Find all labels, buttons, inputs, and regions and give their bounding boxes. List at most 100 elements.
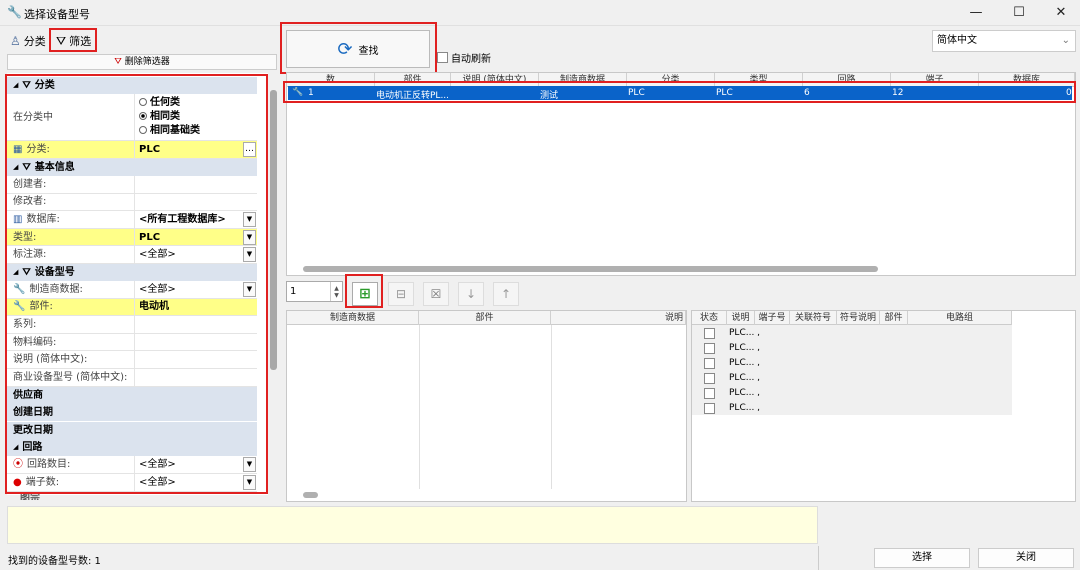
checkbox[interactable]	[704, 372, 715, 384]
col-header-circuit-group[interactable]: 电路组	[908, 311, 1012, 325]
parts-grid-hscrollbar[interactable]	[303, 492, 318, 498]
maximize-button[interactable]: ☐	[1005, 3, 1033, 23]
checkbox[interactable]	[704, 357, 715, 369]
creator-row[interactable]: 创建者:	[7, 176, 257, 194]
material-label: 物料编码:	[7, 333, 135, 351]
col-header-desc[interactable]: 说明	[551, 311, 686, 325]
row-desc: PLC... ,	[729, 388, 761, 398]
language-dropdown[interactable]: 简体中文 ⌄	[932, 30, 1076, 52]
modifier-row[interactable]: 修改者:	[7, 193, 257, 212]
auto-refresh-checkbox[interactable]: 自动刷新	[437, 50, 491, 65]
section-model[interactable]: ◢ ⛛ 设备型号	[7, 264, 257, 281]
database-label: 数据库:	[26, 213, 60, 225]
select-button[interactable]: 选择	[874, 548, 970, 568]
checkbox[interactable]	[704, 387, 715, 399]
col-header-manufacturer[interactable]: 制造商数据	[539, 73, 627, 87]
part-label: 部件:	[29, 301, 53, 313]
section-circuit[interactable]: ◢ 回路	[7, 439, 257, 457]
col-header-num[interactable]: 数	[287, 73, 375, 87]
dropdown-arrow-icon[interactable]: ▼	[243, 247, 256, 263]
section-classify[interactable]: ◢ ⛛ 分类	[7, 77, 257, 94]
section-supplier[interactable]: 供应商	[7, 386, 257, 404]
dropdown-arrow-icon[interactable]: ▼	[243, 474, 256, 490]
list-item[interactable]: PLC... ,	[692, 326, 1012, 340]
list-item[interactable]: PLC... ,	[692, 356, 1012, 370]
checkbox[interactable]	[704, 327, 715, 339]
col-header-circuits[interactable]: 回路	[803, 73, 891, 87]
dropdown-arrow-icon[interactable]: ▼	[243, 281, 256, 297]
col-header-manufacturer[interactable]: 制造商数据	[287, 311, 419, 325]
dropdown-arrow-icon[interactable]: ▼	[243, 229, 256, 245]
radio-any-class[interactable]: 任何类	[139, 96, 180, 110]
circuit-count-row[interactable]: ⦿ 回路数目: <全部> ▼	[7, 456, 257, 474]
move-down-button[interactable]: ↓	[458, 282, 484, 306]
col-header-type[interactable]: 类型	[715, 73, 803, 87]
part-row[interactable]: 🔧 部件: 电动机	[7, 298, 257, 317]
filter-scrollbar[interactable]	[270, 90, 277, 370]
section-basic-info[interactable]: ◢ ⛛ 基本信息	[7, 159, 257, 176]
quantity-value: 1	[290, 286, 297, 297]
arrow-down-icon: ↓	[465, 287, 477, 301]
manufacturer-value: <全部>	[139, 283, 176, 295]
section-modified-date[interactable]: 更改日期	[7, 421, 257, 439]
quantity-stepper[interactable]: 1 ▲ ▼	[286, 281, 343, 302]
type-row[interactable]: 类型: PLC ▼	[7, 228, 257, 247]
checkbox[interactable]	[704, 342, 715, 354]
remove-button[interactable]: ⊟	[388, 282, 414, 306]
terminal-count-row[interactable]: ● 端子数: <全部> ▼	[7, 474, 257, 492]
filter-icon: ⛛	[22, 80, 31, 91]
col-header-symbol-desc[interactable]: 符号说明	[837, 311, 880, 325]
close-button[interactable]: 关闭	[978, 548, 1074, 568]
col-header-desc[interactable]: 说明	[727, 311, 755, 325]
add-button[interactable]: ⊞	[352, 282, 378, 306]
dropdown-arrow-icon[interactable]: ▼	[243, 211, 256, 227]
dropdown-arrow-icon[interactable]: ▼	[243, 457, 256, 473]
list-item[interactable]: PLC... ,	[692, 341, 1012, 355]
series-row[interactable]: 系列:	[7, 316, 257, 334]
material-row[interactable]: 物料编码:	[7, 333, 257, 352]
checkbox[interactable]	[704, 402, 715, 414]
section-created-date[interactable]: 创建日期	[7, 404, 257, 422]
manufacturer-row[interactable]: 🔧 制造商数据: <全部> ▼	[7, 281, 257, 299]
delete-filter-button[interactable]: ⛛ 删除筛选器	[7, 54, 277, 70]
list-item[interactable]: PLC... ,	[692, 401, 1012, 415]
classify-row[interactable]: ▦ 分类: PLC…	[7, 141, 257, 159]
cell-terminals: 12	[892, 88, 904, 98]
commercial-model-row[interactable]: 商业设备型号 (简体中文):	[7, 369, 257, 387]
minimize-button[interactable]: —	[962, 3, 990, 23]
col-header-linked-symbol[interactable]: 关联符号	[790, 311, 837, 325]
description-row[interactable]: 说明 (简体中文):	[7, 351, 257, 369]
col-header-classify[interactable]: 分类	[627, 73, 715, 87]
close-window-button[interactable]: ✕	[1047, 3, 1075, 23]
list-item[interactable]: PLC... ,	[692, 371, 1012, 385]
circuit-count-label: 回路数目:	[27, 459, 71, 471]
database-row[interactable]: ▥ 数据库: <所有工程数据库> ▼	[7, 211, 257, 229]
filter-tab[interactable]: ⛛ 筛选	[56, 33, 91, 49]
col-header-part[interactable]: 部件	[880, 311, 908, 325]
browse-button[interactable]: …	[243, 141, 256, 157]
radio-same-class[interactable]: 相同类	[139, 110, 180, 124]
col-header-terminal-no[interactable]: 端子号	[755, 311, 790, 325]
search-button[interactable]: ⟳ 查找	[286, 30, 430, 68]
col-header-terminals[interactable]: 端子	[891, 73, 979, 87]
classify-tab[interactable]: ♙ 分类	[10, 33, 46, 49]
move-up-button[interactable]: ↑	[493, 282, 519, 306]
filter-icon: ⛛	[56, 33, 67, 48]
list-item[interactable]: PLC... ,	[692, 386, 1012, 400]
col-header-desc[interactable]: 说明 (简体中文)	[451, 73, 539, 87]
delete-button[interactable]: ☒	[423, 282, 449, 306]
section-created-label: 创建日期	[13, 407, 53, 419]
note-source-row[interactable]: 标注源: <全部> ▼	[7, 246, 257, 264]
table-row[interactable]: 🔧 1 电动机正反转PL... 测试 PLC PLC 6 12 0	[288, 86, 1072, 101]
col-header-part[interactable]: 部件	[419, 311, 551, 325]
tree-icon: ♙	[10, 34, 21, 48]
stepper-arrows-icon[interactable]: ▲ ▼	[330, 282, 342, 301]
col-header-part[interactable]: 部件	[375, 73, 451, 87]
section-graphic[interactable]: 图宗	[20, 494, 40, 500]
col-header-status[interactable]: 状态	[692, 311, 727, 325]
col-header-database[interactable]: 数据库	[979, 73, 1075, 87]
circuit-rows: PLC... , PLC... , PLC... , PLC... , PLC.…	[692, 325, 1012, 415]
terminal-count-label: 端子数:	[25, 476, 60, 488]
results-hscrollbar[interactable]	[303, 266, 878, 272]
radio-same-base-class[interactable]: 相同基础类	[139, 124, 200, 138]
